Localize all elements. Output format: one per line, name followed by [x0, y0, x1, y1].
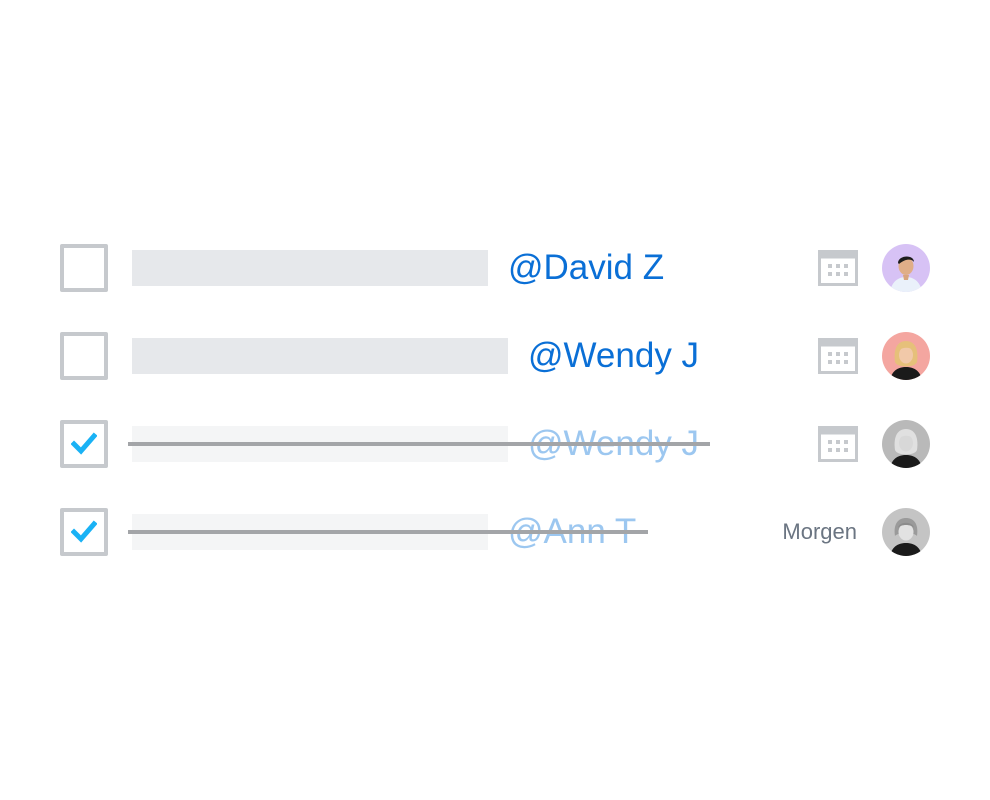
checkmark-icon — [71, 432, 97, 455]
task-row: @Wendy J — [0, 416, 990, 472]
due-date-label[interactable]: Morgen — [782, 518, 857, 546]
calendar-icon[interactable] — [818, 338, 858, 374]
assignee-avatar[interactable] — [882, 332, 930, 380]
task-row: @David Z — [0, 240, 990, 296]
task-row: @Ann T Morgen — [0, 504, 990, 560]
task-row: @Wendy J — [0, 328, 990, 384]
calendar-icon[interactable] — [818, 250, 858, 286]
task-checkbox[interactable] — [60, 420, 108, 468]
strikethrough-line — [128, 442, 710, 446]
assignee-mention[interactable]: @David Z — [508, 247, 688, 289]
assignee-avatar[interactable] — [882, 244, 930, 292]
task-title-placeholder — [132, 338, 508, 374]
task-checkbox[interactable] — [60, 332, 108, 380]
calendar-icon[interactable] — [818, 426, 858, 462]
assignee-avatar[interactable] — [882, 508, 930, 556]
assignee-mention[interactable]: @Wendy J — [528, 335, 708, 377]
task-title-placeholder — [132, 250, 488, 286]
strikethrough-line — [128, 530, 648, 534]
checkmark-icon — [71, 520, 97, 543]
task-checkbox[interactable] — [60, 508, 108, 556]
task-checkbox[interactable] — [60, 244, 108, 292]
assignee-avatar[interactable] — [882, 420, 930, 468]
